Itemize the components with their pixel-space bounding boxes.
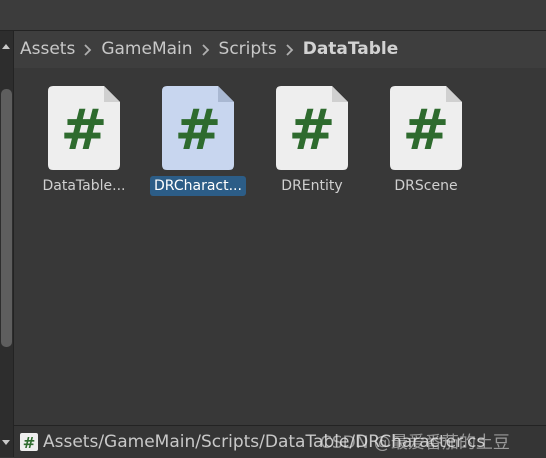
csharp-script-icon: # [162,86,234,170]
breadcrumb-item-gamemain[interactable]: GameMain [95,31,198,68]
svg-text:#: # [23,434,36,451]
csharp-script-icon: # [276,86,348,170]
chevron-right-icon [283,31,297,68]
breadcrumb: Assets GameMain Scripts DataTable [14,31,546,68]
window-toolbar [0,0,546,31]
svg-text:#: # [289,98,336,163]
csharp-script-icon: # [20,433,38,452]
svg-text:#: # [61,98,108,163]
asset-grid: # DataTable... # DRCharact... # DREntity [14,68,546,425]
asset-item[interactable]: # DRScene [371,86,481,200]
asset-label: DRScene [394,178,458,194]
asset-item[interactable]: # DREntity [257,86,367,200]
asset-label: DRCharact... [150,176,246,196]
svg-text:#: # [175,98,222,163]
folder-tree-scrollbar[interactable] [0,31,14,457]
breadcrumb-item-scripts[interactable]: Scripts [213,31,283,68]
asset-label: DataTable... [42,178,126,194]
chevron-right-icon [199,31,213,68]
svg-text:#: # [403,98,450,163]
scrollbar-thumb[interactable] [1,89,12,347]
scroll-up-icon[interactable] [2,44,10,49]
csharp-script-icon: # [390,86,462,170]
asset-item[interactable]: # DataTable... [29,86,139,200]
breadcrumb-item-assets[interactable]: Assets [14,31,81,68]
csharp-script-icon: # [48,86,120,170]
breadcrumb-item-datatable[interactable]: DataTable [297,31,405,68]
asset-item-selected[interactable]: # DRCharact... [143,86,253,200]
watermark: CSDN @最爱番茄的土豆 [320,433,510,453]
chevron-right-icon [81,31,95,68]
scroll-down-icon[interactable] [2,440,10,445]
asset-label: DREntity [281,178,343,194]
